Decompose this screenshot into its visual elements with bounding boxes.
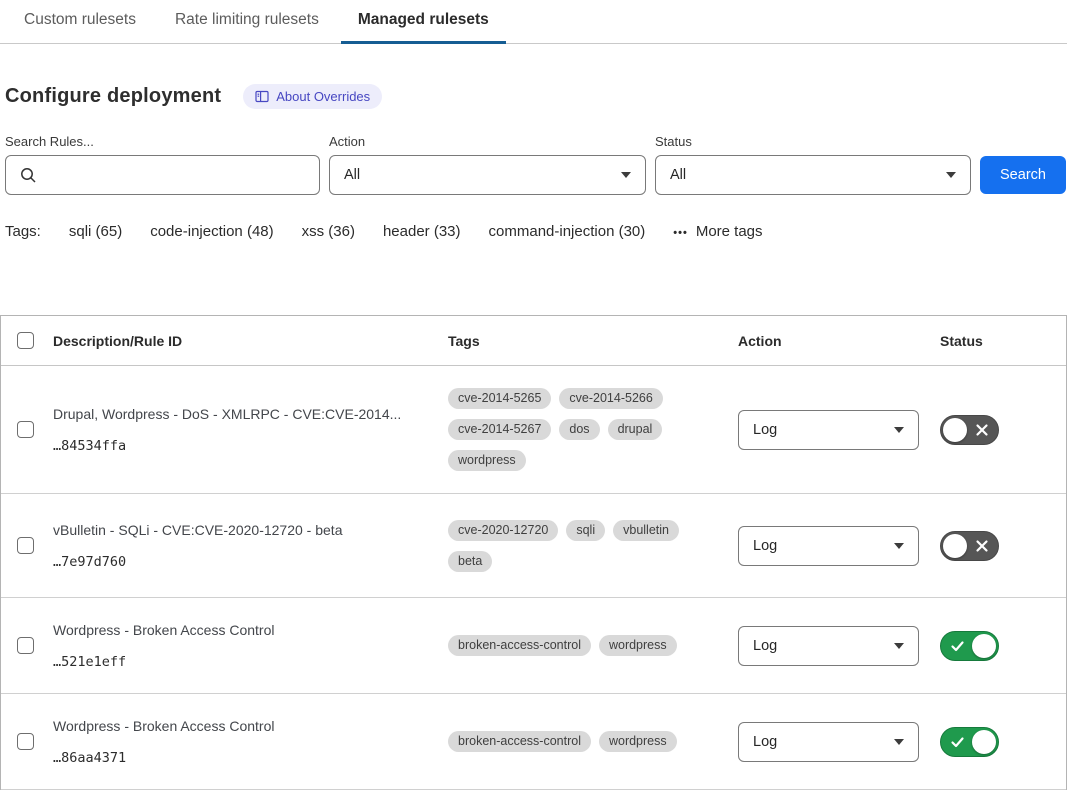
rule-id: …84534ffa [53,438,448,454]
tag-pill: cve-2014-5266 [559,388,662,409]
toggle-knob [943,534,967,558]
tag-pill: wordpress [599,731,677,752]
status-filter-value: All [670,167,686,183]
tab-rate-limiting-rulesets[interactable]: Rate limiting rulesets [158,11,336,44]
status-toggle[interactable] [940,415,999,445]
page-title: Configure deployment [5,85,221,108]
tag-link[interactable]: xss (36) [302,223,355,240]
tag-pill: broken-access-control [448,635,591,656]
about-overrides-badge[interactable]: About Overrides [243,84,382,109]
tag-pill: cve-2014-5265 [448,388,551,409]
tag-pill: dos [559,419,599,440]
tab-custom-rulesets[interactable]: Custom rulesets [7,11,153,44]
row-checkbox[interactable] [17,537,34,554]
action-select-value: Log [753,422,777,438]
rule-title: Wordpress - Broken Access Control [53,622,448,638]
search-rules-box [5,155,320,195]
heading-row: Configure deployment About Overrides [0,84,1067,109]
tag-pill: wordpress [599,635,677,656]
column-header-status: Status [940,333,1064,349]
action-select-value: Log [753,734,777,750]
tag-pill: beta [448,551,492,572]
column-header-description-rule-id: Description/Rule ID [53,333,448,349]
x-icon [975,539,989,558]
table-header-row: Description/Rule IDTagsActionStatus [1,316,1066,366]
tag-pill: cve-2020-12720 [448,520,558,541]
action-select[interactable]: Log [738,722,919,762]
action-select[interactable]: Log [738,526,919,566]
rule-id: …86aa4371 [53,750,448,766]
search-button[interactable]: Search [980,156,1066,194]
toggle-knob [943,418,967,442]
row-checkbox[interactable] [17,421,34,438]
rule-title: vBulletin - SQLi - CVE:CVE-2020-12720 - … [53,522,448,538]
rule-title: Wordpress - Broken Access Control [53,718,448,734]
tag-pill: wordpress [448,450,526,471]
tags-bar: Tags: sqli (65) code-injection (48) xss (3… [0,223,1067,240]
chevron-down-icon [894,427,904,433]
book-icon [255,90,269,103]
action-select-value: Log [753,538,777,554]
action-select[interactable]: Log [738,626,919,666]
x-icon [975,423,989,442]
status-toggle[interactable] [940,727,999,757]
search-rules-label: Search Rules... [5,134,320,149]
more-tags-button[interactable]: ••• More tags [673,223,762,240]
tag-pill: broken-access-control [448,731,591,752]
tag-pill: sqli [566,520,605,541]
chevron-down-icon [946,172,956,178]
check-icon [950,639,965,658]
chevron-down-icon [894,643,904,649]
tag-link[interactable]: header (33) [383,223,461,240]
table-row: Drupal, Wordpress - DoS - XMLRPC - CVE:C… [1,366,1066,494]
rules-table: Description/Rule IDTagsActionStatus Drup… [0,315,1067,790]
row-checkbox[interactable] [17,733,34,750]
chevron-down-icon [894,739,904,745]
filter-bar: Search Rules... Action All Status All Se… [0,134,1067,195]
action-filter-value: All [344,167,360,183]
check-icon [950,735,965,754]
table-row: vBulletin - SQLi - CVE:CVE-2020-12720 - … [1,494,1066,598]
select-all-checkbox[interactable] [17,332,34,349]
status-toggle[interactable] [940,531,999,561]
search-rules-input[interactable] [6,156,319,194]
table-row: Wordpress - Broken Access Control …521e1e… [1,598,1066,694]
more-tags-label: More tags [696,223,763,240]
status-filter-select[interactable]: All [655,155,971,195]
toggle-knob [972,730,996,754]
status-filter-label: Status [655,134,971,149]
rule-id: …521e1eff [53,654,448,670]
tag-pill: vbulletin [613,520,679,541]
tag-pill: drupal [608,419,663,440]
action-filter-label: Action [329,134,646,149]
column-header-action: Action [738,333,940,349]
table-row: Wordpress - Broken Access Control …86aa43… [1,694,1066,790]
tab-managed-rulesets[interactable]: Managed rulesets [341,11,506,44]
action-filter-select[interactable]: All [329,155,646,195]
about-overrides-label: About Overrides [276,89,370,104]
action-select[interactable]: Log [738,410,919,450]
ruleset-tabs: Custom rulesetsRate limiting rulesetsMan… [0,0,1067,44]
row-checkbox[interactable] [17,637,34,654]
tag-link[interactable]: command-injection (30) [489,223,646,240]
search-icon [20,167,37,188]
tag-link[interactable]: code-injection (48) [150,223,273,240]
tag-pill: cve-2014-5267 [448,419,551,440]
chevron-down-icon [621,172,631,178]
ellipsis-icon: ••• [673,227,688,239]
tag-link[interactable]: sqli (65) [69,223,122,240]
rule-title: Drupal, Wordpress - DoS - XMLRPC - CVE:C… [53,406,448,422]
chevron-down-icon [894,543,904,549]
column-header-tags: Tags [448,333,738,349]
rule-id: …7e97d760 [53,554,448,570]
action-select-value: Log [753,638,777,654]
toggle-knob [972,634,996,658]
status-toggle[interactable] [940,631,999,661]
tags-bar-label: Tags: [5,223,41,240]
